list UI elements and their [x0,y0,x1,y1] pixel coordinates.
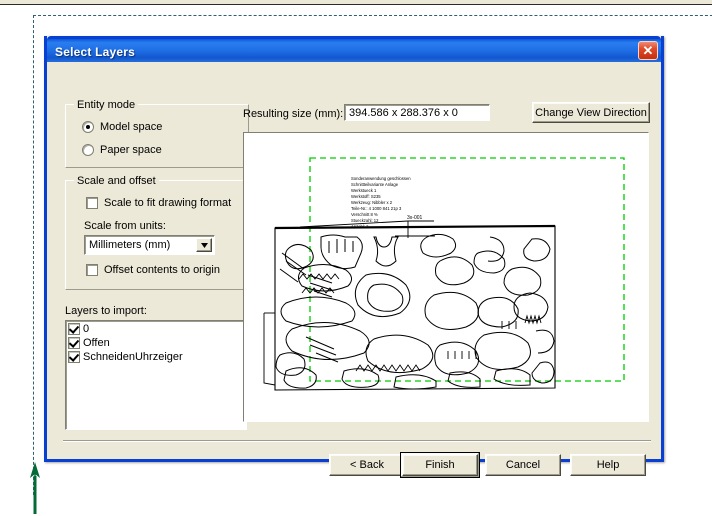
list-item[interactable]: 0 [68,323,246,335]
svg-text:Verschnitt 8 %: Verschnitt 8 % [351,212,378,217]
list-item[interactable]: SchneidenUhrzeiger [68,351,246,363]
finish-button[interactable]: Finish [400,452,480,478]
scale-from-units-label: Scale from units: [84,220,166,232]
checkbox-offset-to-origin-indicator [86,264,98,276]
chevron-down-icon[interactable] [196,238,212,252]
radio-model-space[interactable]: Model space [82,121,162,133]
resulting-size-value: 394.586 x 288.376 x 0 [349,106,458,119]
drawing-preview[interactable]: 3x-001 Sonderanwendung geschlossen Schni… [243,132,649,422]
list-item-label: Offen [83,337,110,349]
checkbox-offset-to-origin-label: Offset contents to origin [104,264,220,276]
checkbox-scale-to-fit[interactable]: Scale to fit drawing format [86,197,231,209]
dialog-title: Select Layers [55,45,135,59]
list-item-label: 0 [83,323,90,335]
checkbox-layer-indicator[interactable] [68,337,80,349]
checkbox-offset-to-origin[interactable]: Offset contents to origin [86,264,220,276]
dialog-body: Entity mode Model space Paper space Scal… [47,62,661,478]
layers-listbox[interactable]: 0 Offen SchneidenUhrzeiger [65,320,247,430]
svg-text:3x-001: 3x-001 [407,215,423,221]
radio-model-space-indicator [82,121,94,133]
svg-text:Werkstoff: S235: Werkstoff: S235 [351,194,381,199]
back-button[interactable]: < Back [329,454,405,476]
list-item[interactable]: Offen [68,337,246,349]
scale-and-offset-group: Scale and offset Scale to fit drawing fo… [65,175,249,290]
svg-text:Schnittteilvariante Anlage: Schnittteilvariante Anlage [351,182,399,187]
svg-text:Sonderanwendung geschlossen: Sonderanwendung geschlossen [351,176,411,181]
resulting-size-label: Resulting size (mm): [243,108,344,120]
cancel-button[interactable]: Cancel [485,454,561,476]
select-layers-dialog: Select Layers ✕ Entity mode Model space … [44,36,664,478]
scale-and-offset-group-label: Scale and offset [74,175,159,187]
close-icon[interactable]: ✕ [638,41,658,60]
radio-model-space-label: Model space [100,121,163,133]
checkbox-scale-to-fit-indicator [86,197,98,209]
entity-mode-group: Entity mode Model space Paper space [65,99,249,168]
radio-paper-space-label: Paper space [100,144,162,156]
svg-text:Anzahl: 2: Anzahl: 2 [351,224,369,229]
list-item-label: SchneidenUhrzeiger [83,351,183,363]
help-button[interactable]: Help [570,454,646,476]
units-select-value: Millimeters (mm) [89,239,171,251]
dialog-titlebar[interactable]: Select Layers ✕ [47,36,661,65]
dimension-arrow-icon [30,462,40,514]
layers-to-import-label: Layers to import: [65,305,147,317]
resulting-size-field: 394.586 x 288.376 x 0 [344,104,490,121]
units-select[interactable]: Millimeters (mm) [84,235,215,255]
checkbox-layer-indicator[interactable] [68,351,80,363]
radio-paper-space[interactable]: Paper space [82,144,162,156]
entity-mode-group-label: Entity mode [74,99,139,111]
svg-text:Werkzeug: Nibbler x 2: Werkzeug: Nibbler x 2 [351,200,393,205]
svg-text:Teile-Nr.: 4 1000 841 21p 3: Teile-Nr.: 4 1000 841 21p 3 [351,206,402,211]
change-view-direction-button[interactable]: Change View Direction [532,102,650,123]
checkbox-scale-to-fit-label: Scale to fit drawing format [104,197,232,209]
checkbox-layer-indicator[interactable] [68,323,80,335]
finish-button-label: Finish [425,459,455,471]
footer-separator [63,440,651,442]
canvas-top-strip [0,0,712,5]
svg-text:Stueckzahl: 12: Stueckzahl: 12 [351,218,379,223]
radio-paper-space-indicator [82,144,94,156]
svg-text:Werkstueck 1: Werkstueck 1 [351,188,377,193]
